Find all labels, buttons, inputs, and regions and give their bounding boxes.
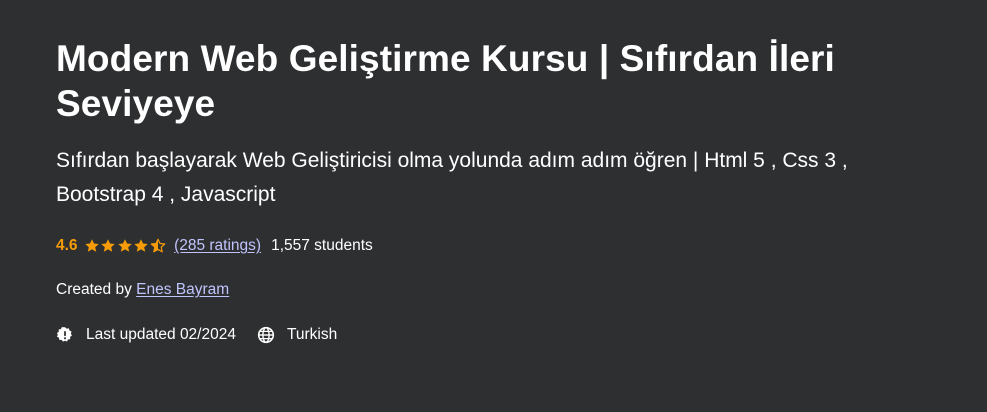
created-by-label: Created by [56, 281, 137, 298]
star-icon [84, 239, 99, 252]
course-meta-row: Last updated 02/2024 Turkish [56, 323, 931, 347]
alert-badge-icon [57, 327, 72, 342]
instructor-link[interactable]: Enes Bayram [136, 281, 229, 298]
rating-value: 4.6 [56, 237, 78, 254]
ratings-count-link[interactable]: (285 ratings) [174, 237, 261, 255]
star-half-icon [150, 238, 165, 253]
language-text: Turkish [286, 326, 338, 343]
last-updated-text: Last updated 02/2024 [86, 326, 236, 343]
last-updated: Last updated 02/2024 [56, 326, 236, 344]
star-icon [117, 239, 132, 252]
students-count: 1,557 students [271, 237, 373, 254]
rating-stars [84, 238, 167, 254]
course-subtitle: Sıfırdan başlayarak Web Geliştiricisi ol… [56, 149, 848, 206]
course-hero: Modern Web Geliştirme Kursu | Sıfırdan İ… [0, 0, 987, 412]
course-title: Modern Web Geliştirme Kursu | Sıfırdan İ… [56, 38, 835, 124]
globe-icon [257, 326, 275, 344]
rating-row: 4.6 (285 ratings) 1,557 students [56, 234, 931, 258]
course-language: Turkish [257, 326, 337, 344]
star-icon [134, 239, 148, 252]
star-icon [101, 239, 115, 252]
created-by-row: Created by Enes Bayram [56, 279, 931, 301]
